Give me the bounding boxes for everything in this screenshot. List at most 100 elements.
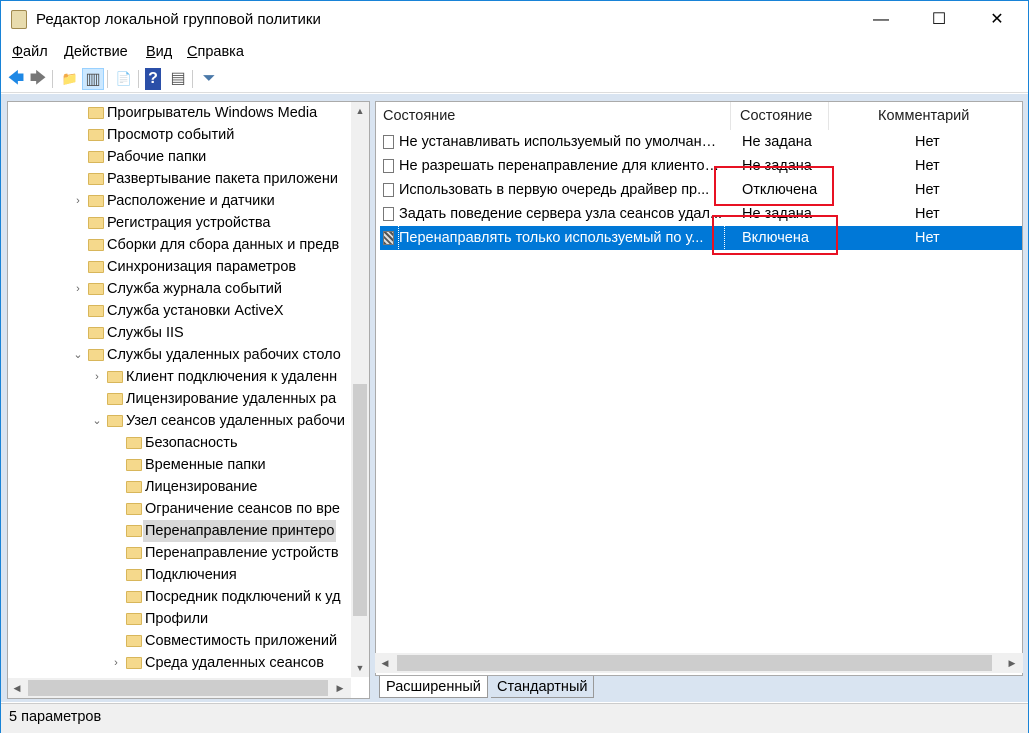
tree-item-label: Служба журнала событий [107, 281, 282, 297]
tree-item-label: Служба установки ActiveX [107, 303, 284, 319]
tree-pane: Проигрыватель Windows Media Просмотр собы… [7, 101, 370, 699]
folder-icon [126, 657, 142, 669]
tree-horizontal-scrollbar[interactable]: ◀ ▶ [8, 678, 351, 698]
folder-icon [126, 459, 142, 471]
list-horizontal-scrollbar[interactable]: ◀ ▶ [375, 653, 1023, 673]
chevron-right-icon[interactable]: › [91, 366, 103, 388]
close-button[interactable]: ✕ [974, 1, 1020, 39]
status-text: 5 параметров [9, 709, 102, 725]
list-horizontal-scroll-thumb[interactable] [397, 655, 992, 671]
folder-icon [88, 349, 104, 361]
scroll-right-icon[interactable]: ▶ [1003, 654, 1021, 672]
chevron-down-icon[interactable]: ⌄ [91, 410, 103, 432]
setting-name: Не разрешать перенаправление для клиенто… [399, 158, 724, 174]
tree-horizontal-scroll-thumb[interactable] [28, 680, 328, 696]
up-folder-icon[interactable]: 📁 [59, 68, 81, 90]
policy-setting-icon [383, 159, 394, 173]
menu-action[interactable]: Действие [64, 44, 128, 60]
toolbar: 🡄 🡆 📁 ▥ 📄 ? ▤ ⏷ [1, 65, 1028, 93]
tree-item-label: Сборки для сбора данных и предв [107, 237, 340, 253]
tab-standard[interactable]: Стандартный [491, 676, 595, 698]
tree-item-label: Синхронизация параметров [107, 259, 297, 275]
chevron-right-icon[interactable]: › [72, 190, 84, 212]
folder-icon [107, 415, 123, 427]
scroll-up-icon[interactable]: ▲ [351, 102, 369, 120]
chevron-right-icon[interactable]: › [72, 278, 84, 300]
folder-icon [88, 305, 104, 317]
show-hide-tree-icon[interactable]: ▥ [82, 68, 104, 90]
setting-row[interactable]: Не устанавливать используемый по умолчан… [380, 130, 1022, 154]
properties-pane-icon[interactable]: ▤ [167, 68, 189, 90]
tree-item-label: Расположение и датчики [107, 193, 275, 209]
setting-state: Не задана [742, 134, 812, 150]
folder-icon [88, 239, 104, 251]
folder-icon [126, 635, 142, 647]
tree-vertical-scroll-thumb[interactable] [353, 384, 367, 616]
folder-icon [126, 503, 142, 515]
view-tabs: Расширенный Стандартный [375, 676, 1023, 700]
scroll-left-icon[interactable]: ◀ [376, 654, 394, 672]
export-list-icon[interactable]: 📄 [113, 68, 135, 90]
folder-icon [126, 525, 142, 537]
title-bar: Редактор локальной групповой политики — … [1, 1, 1028, 39]
gpedit-app-icon [11, 10, 27, 29]
tree-item-label: Временные папки [145, 457, 266, 473]
setting-comment: Нет [915, 230, 940, 246]
folder-icon [88, 173, 104, 185]
folder-icon [88, 217, 104, 229]
menu-help[interactable]: Справка [187, 44, 244, 60]
folder-icon [126, 613, 142, 625]
policy-setting-icon [383, 183, 394, 197]
back-arrow-icon[interactable]: 🡄 [5, 68, 27, 90]
setting-comment: Нет [915, 158, 940, 174]
scroll-down-icon[interactable]: ▼ [351, 659, 369, 677]
setting-comment: Нет [915, 206, 940, 222]
setting-name: Не устанавливать используемый по умолчан… [399, 134, 724, 150]
column-header-state[interactable]: Состояние [740, 102, 812, 130]
menu-bar: Файл Действие Вид Справка [1, 41, 1028, 63]
highlight-box-enabled [712, 215, 838, 255]
window-title: Редактор локальной групповой политики [36, 11, 321, 28]
column-header-comment[interactable]: Комментарий [878, 102, 969, 130]
setting-comment: Нет [915, 182, 940, 198]
folder-icon [126, 591, 142, 603]
setting-row[interactable]: Использовать в первую очередь драйвер пр… [380, 178, 1022, 202]
setting-name: Использовать в первую очередь драйвер пр… [399, 182, 710, 198]
menu-view[interactable]: Вид [146, 44, 172, 60]
setting-row[interactable]: Перенаправлять только используемый по у.… [380, 225, 1022, 251]
tree-item-label: Службы удаленных рабочих столо [107, 347, 341, 363]
filter-icon[interactable]: ⏷ [198, 68, 220, 90]
folder-icon [88, 195, 104, 207]
toolbar-separator [192, 70, 193, 88]
setting-name: Задать поведение сервера узла сеансов уд… [399, 206, 723, 222]
column-header-name[interactable]: Состояние [383, 102, 455, 130]
scroll-left-icon[interactable]: ◀ [8, 679, 26, 697]
maximize-button[interactable]: ☐ [916, 1, 962, 39]
folder-icon [88, 129, 104, 141]
toolbar-separator [138, 70, 139, 88]
setting-row[interactable]: Задать поведение сервера узла сеансов уд… [380, 202, 1022, 226]
tree-item-label: Проигрыватель Windows Media [107, 105, 318, 121]
tree-item-label: Совместимость приложений [145, 633, 338, 649]
scroll-right-icon[interactable]: ▶ [331, 679, 349, 697]
folder-icon [107, 393, 123, 405]
chevron-right-icon[interactable]: › [110, 652, 122, 674]
minimize-button[interactable]: — [858, 1, 904, 39]
tree-item-label: Подключения [145, 567, 237, 583]
tree-item-label: Службы IIS [107, 325, 184, 341]
folder-icon [88, 327, 104, 339]
chevron-down-icon[interactable]: ⌄ [72, 344, 84, 366]
forward-arrow-icon[interactable]: 🡆 [27, 68, 49, 90]
policy-setting-icon [383, 231, 394, 245]
policy-setting-icon [383, 135, 394, 149]
folder-icon [88, 261, 104, 273]
tab-extended[interactable]: Расширенный [379, 676, 488, 698]
help-icon[interactable]: ? [145, 68, 161, 90]
tree-item-label: Перенаправление устройств [145, 545, 339, 561]
status-bar: 5 параметров [1, 703, 1028, 733]
tree-item-label: Регистрация устройства [107, 215, 271, 231]
folder-icon [126, 547, 142, 559]
menu-file[interactable]: Файл [12, 44, 48, 60]
setting-row[interactable]: Не разрешать перенаправление для клиенто… [380, 154, 1022, 178]
tree-item-label: Перенаправление принтеро [143, 520, 337, 542]
